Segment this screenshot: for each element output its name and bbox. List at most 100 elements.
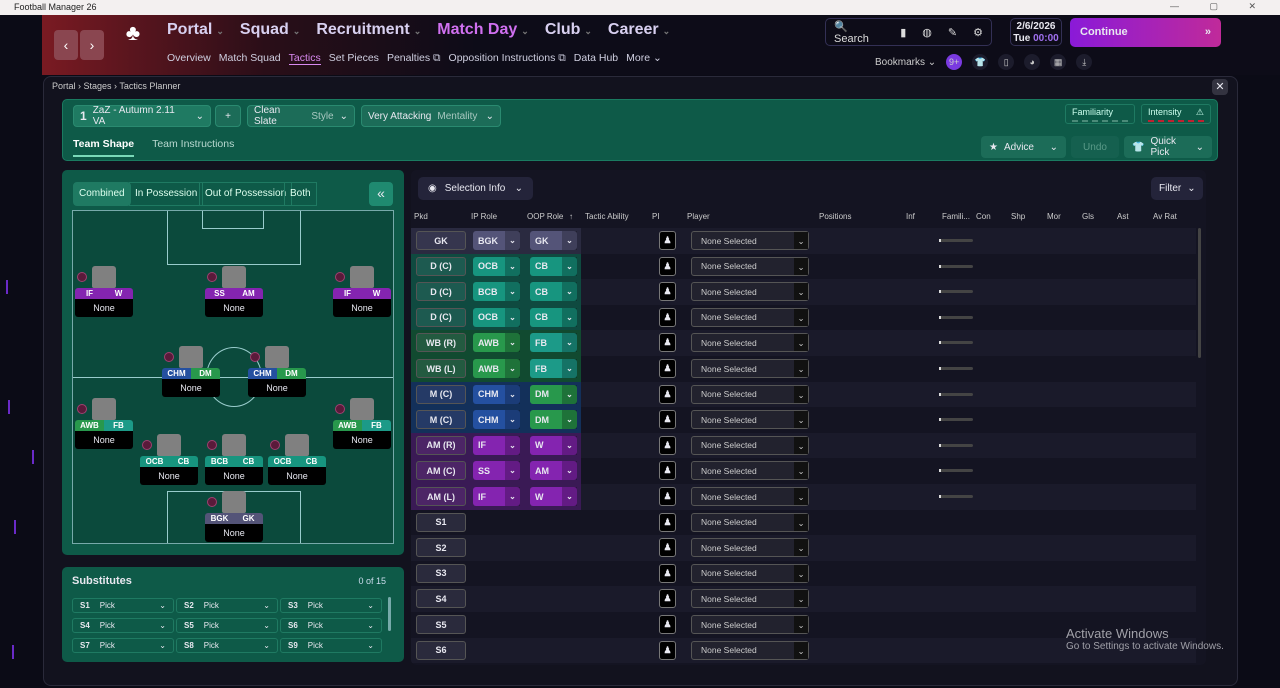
player-instructions-icon[interactable]: ♟ <box>659 461 676 481</box>
tab-both[interactable]: Both <box>284 182 317 206</box>
sub-slot-s4[interactable]: S4 Pick ⌄ <box>72 618 174 633</box>
oop-role-select[interactable]: CB ⌄ <box>530 307 577 327</box>
player-instructions-icon[interactable]: ♟ <box>659 410 676 430</box>
chat-icon[interactable]: 9+ <box>946 54 963 70</box>
player-select[interactable]: None Selected ⌄ <box>691 615 809 634</box>
player-select[interactable]: None Selected ⌄ <box>691 589 809 609</box>
player-instructions-icon[interactable]: ♟ <box>659 563 676 583</box>
pitch-player-slot[interactable]: IF W None <box>333 266 391 318</box>
player-instructions-icon[interactable]: ♟ <box>659 384 676 404</box>
player-instructions-icon[interactable]: ♟ <box>659 512 676 532</box>
subnav-set-pieces[interactable]: Set Pieces <box>329 52 379 65</box>
tab-combined[interactable]: Combined <box>73 182 131 206</box>
position-button[interactable]: S1 <box>416 512 466 532</box>
shirt-icon[interactable]: 👕 <box>972 54 989 70</box>
ip-role-select[interactable]: OCB ⌄ <box>473 256 520 276</box>
pitch-player-slot[interactable]: OCB CB None <box>268 434 326 486</box>
nav-match-day[interactable]: Match Day ⌄ <box>437 21 529 39</box>
player-instructions-icon[interactable]: ♟ <box>659 359 676 378</box>
player-instructions-icon[interactable]: ♟ <box>659 487 676 506</box>
position-button[interactable]: AM (C) <box>416 461 466 481</box>
column-header-tactic-ability[interactable]: Tactic Ability <box>585 212 629 221</box>
player-select[interactable]: None Selected ⌄ <box>691 256 809 276</box>
sub-slot-s3[interactable]: S3 Pick ⌄ <box>280 598 382 613</box>
player-instructions-icon[interactable]: ♟ <box>659 282 676 302</box>
pitch-player-slot[interactable]: AWB FB None <box>333 398 391 450</box>
oop-role-select[interactable]: W ⌄ <box>530 487 577 506</box>
oop-role-select[interactable]: DM ⌄ <box>530 410 577 430</box>
add-tactic-button[interactable]: + <box>215 105 241 127</box>
tab-team-shape[interactable]: Team Shape <box>73 138 135 157</box>
oop-role-select[interactable]: CB ⌄ <box>530 282 577 302</box>
column-header-av-rat[interactable]: Av Rat <box>1153 212 1177 221</box>
oop-role-select[interactable]: CB ⌄ <box>530 256 577 276</box>
oop-role-select[interactable]: AM ⌄ <box>530 461 577 481</box>
subs-scrollbar[interactable] <box>388 597 391 631</box>
ip-role-select[interactable]: OCB ⌄ <box>473 307 520 327</box>
subnav-opposition-instructions[interactable]: Opposition Instructions ⧉ <box>449 52 566 65</box>
tab-team-instructions[interactable]: Team Instructions <box>152 138 234 157</box>
position-button[interactable]: AM (L) <box>416 487 466 506</box>
calendar-icon[interactable]: ▦ <box>1050 54 1067 70</box>
tab-in-possession[interactable]: In Possession <box>129 182 204 206</box>
player-select[interactable]: None Selected ⌄ <box>691 461 809 481</box>
player-select[interactable]: None Selected ⌄ <box>691 307 809 327</box>
player-instructions-icon[interactable]: ♟ <box>659 640 676 660</box>
ip-role-select[interactable]: AWB ⌄ <box>473 359 520 378</box>
nav-recruitment[interactable]: Recruitment ⌄ <box>316 21 421 39</box>
nav-career[interactable]: Career ⌄ <box>608 21 670 39</box>
oop-role-select[interactable]: DM ⌄ <box>530 384 577 404</box>
column-header-player[interactable]: Player <box>687 212 710 221</box>
back-button[interactable]: ‹ <box>54 30 78 60</box>
column-header-con[interactable]: Con <box>976 212 991 221</box>
ip-role-select[interactable]: IF ⌄ <box>473 487 520 506</box>
close-button[interactable]: ✕ <box>1212 79 1228 95</box>
oop-role-select[interactable]: GK ⌄ <box>530 231 577 250</box>
player-select[interactable]: None Selected ⌄ <box>691 333 809 353</box>
undo-button[interactable]: Undo <box>1071 136 1119 158</box>
selection-info-dropdown[interactable]: ◉ Selection Info ⌄ <box>418 177 533 200</box>
column-header-mor[interactable]: Mor <box>1047 212 1061 221</box>
player-instructions-icon[interactable]: ♟ <box>659 615 676 634</box>
ip-role-select[interactable]: BCB ⌄ <box>473 282 520 302</box>
sub-slot-s5[interactable]: S5 Pick ⌄ <box>176 618 278 633</box>
nav-portal[interactable]: Portal ⌄ <box>167 21 224 39</box>
position-button[interactable]: D (C) <box>416 282 466 302</box>
pitch-player-slot[interactable]: IF W None <box>75 266 133 318</box>
position-button[interactable]: S5 <box>416 615 466 634</box>
ip-role-select[interactable]: CHM ⌄ <box>473 410 520 430</box>
pitch-player-slot[interactable]: AWB FB None <box>75 398 133 450</box>
search-button[interactable]: 🔍 Search <box>826 20 892 45</box>
report-icon[interactable]: ▯ <box>998 54 1015 70</box>
player-instructions-icon[interactable]: ♟ <box>659 589 676 609</box>
pitch-player-slot[interactable]: OCB CB None <box>140 434 198 486</box>
column-header-oop-role[interactable]: OOP Role <box>527 212 563 221</box>
position-button[interactable]: AM (R) <box>416 435 466 455</box>
player-select[interactable]: None Selected ⌄ <box>691 640 809 660</box>
download-icon[interactable]: ⤓ <box>1076 54 1093 70</box>
crumb-stages[interactable]: Stages <box>84 81 112 91</box>
player-select[interactable]: None Selected ⌄ <box>691 563 809 583</box>
nav-squad[interactable]: Squad ⌄ <box>240 21 300 39</box>
ip-role-select[interactable]: BGK ⌄ <box>473 231 520 250</box>
player-select[interactable]: None Selected ⌄ <box>691 512 809 532</box>
sub-slot-s6[interactable]: S6 Pick ⌄ <box>280 618 382 633</box>
player-instructions-icon[interactable]: ♟ <box>659 307 676 327</box>
oop-role-select[interactable]: W ⌄ <box>530 435 577 455</box>
subnav-overview[interactable]: Overview <box>167 52 211 65</box>
staff-icon[interactable]: ◕ <box>1024 54 1041 70</box>
player-select[interactable]: None Selected ⌄ <box>691 231 809 250</box>
column-header-famili[interactable]: Famili... <box>942 212 970 221</box>
column-header-positions[interactable]: Positions <box>819 212 851 221</box>
column-header-ast[interactable]: Ast <box>1117 212 1129 221</box>
ip-role-select[interactable]: IF ⌄ <box>473 435 520 455</box>
player-select[interactable]: None Selected ⌄ <box>691 384 809 404</box>
subnav-penalties[interactable]: Penalties ⧉ <box>387 52 441 65</box>
pitch-player-slot[interactable]: CHM DM None <box>248 346 306 398</box>
nav-club[interactable]: Club ⌄ <box>545 21 592 39</box>
table-scrollbar[interactable] <box>1198 228 1201 358</box>
collapse-button[interactable]: « <box>369 182 393 206</box>
column-header-pi[interactable]: PI <box>652 212 660 221</box>
position-button[interactable]: WB (R) <box>416 333 466 353</box>
mentality-select[interactable]: Very Attacking Mentality ⌄ <box>361 105 501 127</box>
